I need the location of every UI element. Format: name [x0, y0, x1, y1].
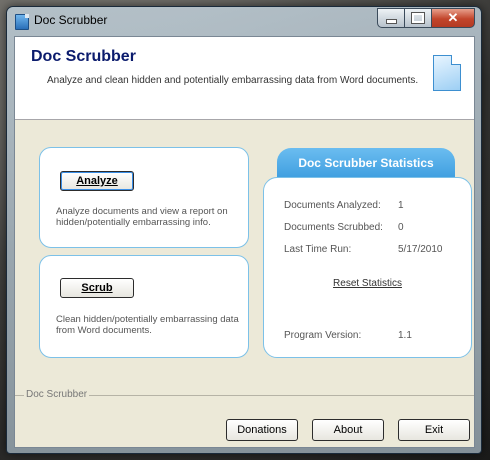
- page-subtitle: Analyze and clean hidden and potentially…: [47, 75, 419, 86]
- window-title: Doc Scrubber: [34, 13, 108, 27]
- title-bar[interactable]: Doc Scrubber ✕: [7, 7, 481, 33]
- about-button-label: About: [333, 424, 363, 436]
- scrub-button-label: Scrub: [81, 282, 113, 294]
- window-controls: ✕: [377, 8, 475, 28]
- donations-button[interactable]: Donations: [226, 419, 298, 441]
- program-version-label: Program Version:: [284, 330, 362, 341]
- reset-statistics-link[interactable]: Reset Statistics: [264, 278, 471, 289]
- client-area: Doc Scrubber Analyze and clean hidden an…: [14, 36, 475, 448]
- app-window: Doc Scrubber ✕ Doc Scrubber Analyze and …: [6, 6, 482, 454]
- stat-value-scrubbed: 0: [398, 222, 404, 233]
- stat-value-last-run: 5/17/2010: [398, 244, 443, 255]
- analyze-button-label: Analyze: [76, 175, 118, 187]
- donations-button-label: Donations: [237, 424, 287, 436]
- scrub-panel: Scrub Clean hidden/potentially embarrass…: [39, 255, 249, 358]
- app-icon: [15, 14, 29, 30]
- stat-value-analyzed: 1: [398, 200, 404, 211]
- page-title: Doc Scrubber: [31, 48, 136, 65]
- scrub-description: Clean hidden/potentially embarrassing da…: [56, 314, 239, 336]
- close-icon: ✕: [447, 10, 459, 25]
- statistics-header: Doc Scrubber Statistics: [277, 148, 455, 178]
- about-button[interactable]: About: [312, 419, 384, 441]
- document-icon: [433, 55, 461, 91]
- minimize-icon: [385, 19, 397, 24]
- analyze-button[interactable]: Analyze: [60, 171, 134, 191]
- footer-group-label: Doc Scrubber: [24, 389, 90, 400]
- analyze-description: Analyze documents and view a report on h…: [56, 206, 228, 228]
- header-banner: Doc Scrubber Analyze and clean hidden an…: [15, 37, 474, 120]
- maximize-icon: [411, 12, 425, 24]
- close-button[interactable]: ✕: [431, 8, 475, 28]
- statistics-panel: Documents Analyzed: 1 Documents Scrubbed…: [263, 177, 472, 358]
- stat-label-scrubbed: Documents Scrubbed:: [284, 222, 383, 233]
- analyze-panel: Analyze Analyze documents and view a rep…: [39, 147, 249, 248]
- maximize-button[interactable]: [404, 8, 432, 28]
- stat-label-last-run: Last Time Run:: [284, 244, 352, 255]
- exit-button-label: Exit: [424, 424, 444, 436]
- exit-button[interactable]: Exit: [398, 419, 470, 441]
- stat-label-analyzed: Documents Analyzed:: [284, 200, 381, 211]
- program-version-value: 1.1: [398, 330, 412, 341]
- scrub-button[interactable]: Scrub: [60, 278, 134, 298]
- minimize-button[interactable]: [377, 8, 405, 28]
